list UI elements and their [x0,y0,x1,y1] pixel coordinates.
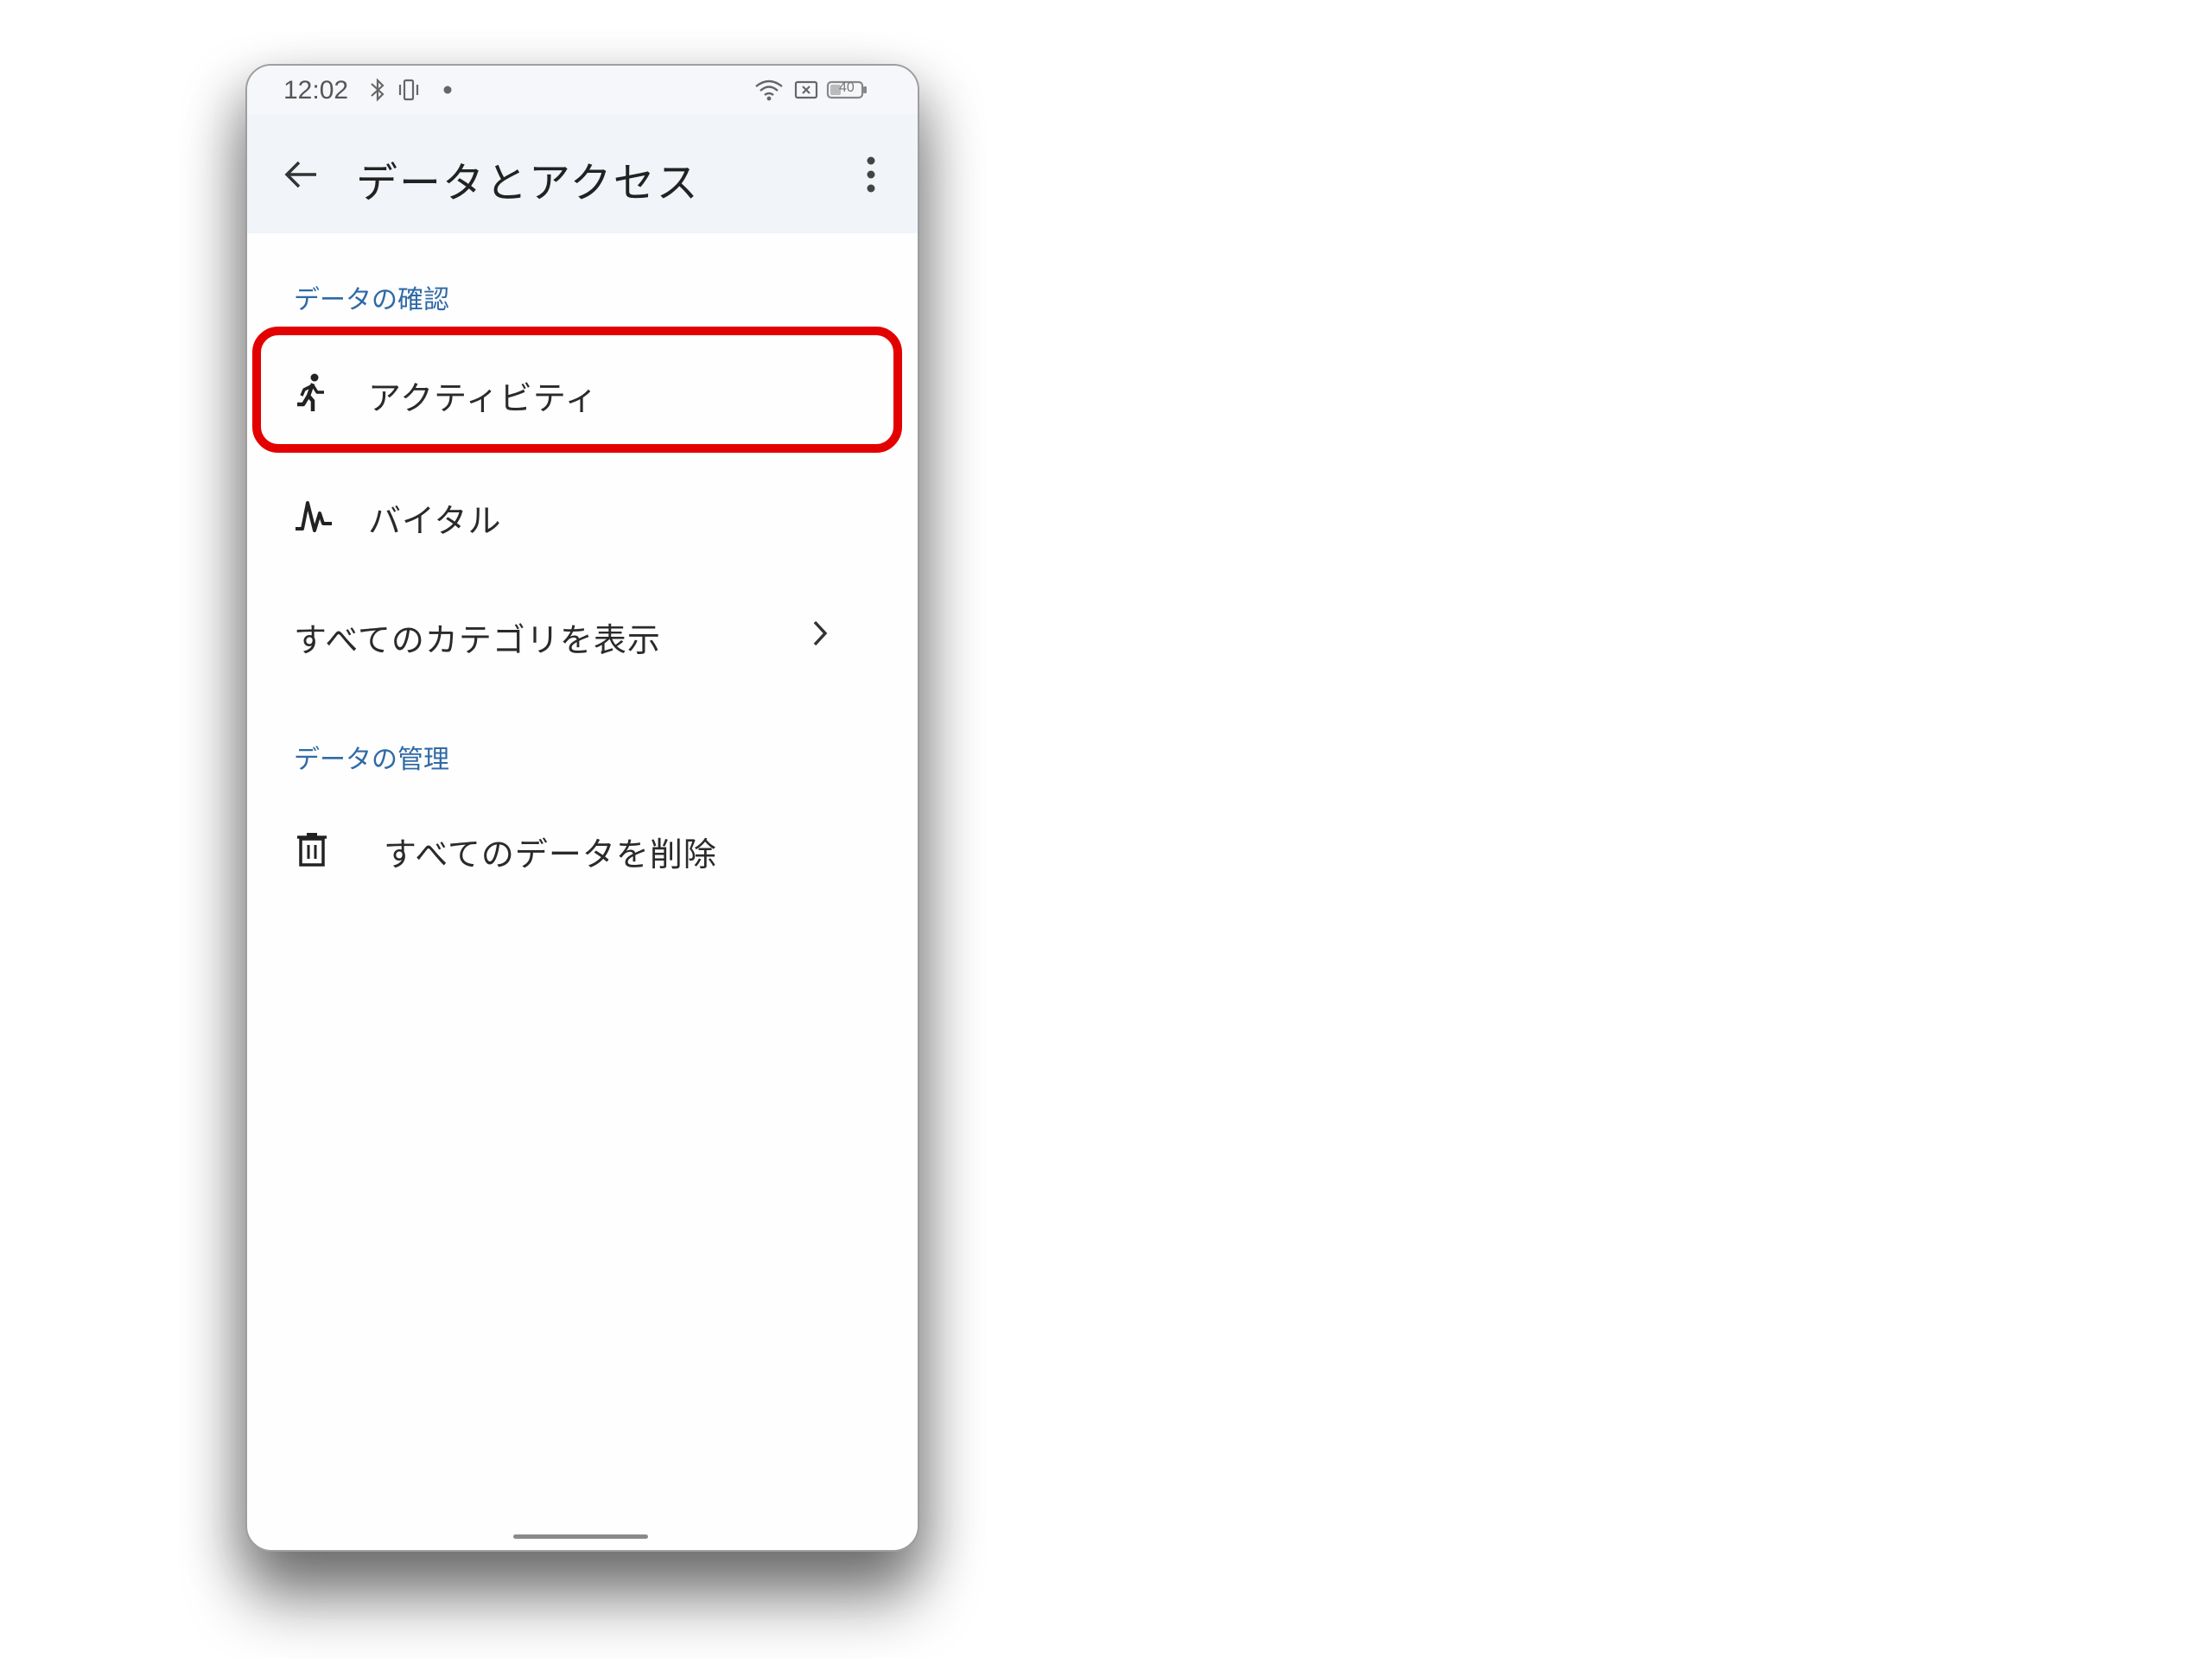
list-item-vitals-label: バイタル [368,502,502,540]
status-bar: 12:02 40 [247,66,918,114]
bluetooth-icon [371,78,385,102]
section-header-review: データの確認 [294,285,449,315]
see-all-categories-label: すべてのカテゴリを表示 [294,621,661,659]
run-icon [297,373,324,411]
section-header-manage: データの管理 [294,745,449,775]
home-indicator[interactable] [513,1534,648,1539]
notification-dot-icon [443,86,452,94]
arrow-back-icon[interactable] [282,156,320,194]
wifi-icon [755,79,783,101]
vibrate-icon [398,79,419,101]
phone-frame: 12:02 40 データとアクセス データの確認 アクティビティ バイタル すべ… [245,64,919,1552]
list-item-delete-all[interactable]: すべてのデータを削除 [247,797,918,897]
list-item-vitals[interactable]: バイタル [247,461,918,565]
status-time: 12:02 [283,76,349,105]
page-title: データとアクセス [356,159,700,207]
list-item-activity[interactable]: アクティビティ [247,340,918,441]
vitals-icon [296,501,332,532]
list-item-activity-label: アクティビティ [368,379,599,417]
more-vert-icon[interactable] [862,154,880,195]
trash-icon [297,833,327,867]
see-all-categories[interactable]: すべてのカテゴリを表示 [247,581,918,684]
list-item-delete-all-label: すべてのデータを削除 [384,835,717,873]
app-bar: データとアクセス [247,114,918,233]
battery-level: 40 [839,80,855,95]
chevron-right-icon [813,620,828,646]
no-sim-icon [794,80,818,99]
